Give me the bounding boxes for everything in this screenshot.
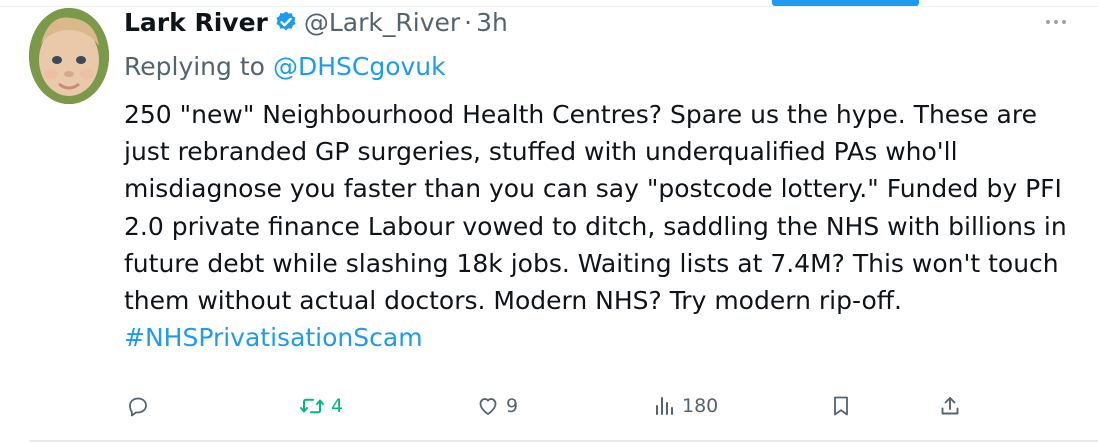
repost-button[interactable]: 4 [299, 390, 343, 422]
avatar-image [29, 8, 109, 104]
views-chart-icon [656, 397, 673, 415]
repost-count: 4 [331, 395, 344, 417]
like-button[interactable]: 9 [476, 390, 518, 422]
bookmark-icon [834, 396, 848, 416]
display-name[interactable]: Lark River [124, 8, 268, 37]
reply-button[interactable] [126, 390, 156, 422]
share-button[interactable] [938, 390, 962, 422]
more-dots-icon[interactable] [1038, 8, 1074, 36]
bookmark-button[interactable] [829, 390, 853, 422]
active-tab-indicator [772, 0, 919, 6]
hashtag-link[interactable]: #NHSPrivatisationScam [124, 323, 423, 352]
reply-mention-link[interactable]: @DHSCgovuk [273, 52, 446, 81]
views-button[interactable]: 180 [652, 390, 718, 422]
repost-icon [300, 398, 324, 414]
user-handle[interactable]: @Lark_River [304, 8, 460, 37]
replying-to: Replying to @DHSCgovuk [124, 48, 446, 84]
verified-badge-icon [274, 10, 298, 34]
heart-icon [479, 398, 497, 415]
share-icon [941, 397, 959, 415]
replying-to-label: Replying to [124, 51, 265, 81]
tweet-text: 250 "new" Neighbourhood Health Centres? … [124, 96, 1074, 356]
timestamp[interactable]: 3h [476, 8, 508, 37]
view-count: 180 [682, 395, 719, 417]
tweet-body: 250 "new" Neighbourhood Health Centres? … [124, 100, 1067, 316]
reply-icon [129, 397, 147, 417]
separator-dot: · [464, 7, 473, 37]
bottom-divider [30, 440, 1098, 442]
like-count: 9 [506, 395, 519, 417]
tweet-actions: 4 9 180 [0, 390, 1098, 422]
tweet-header: Lark River @Lark_River · 3h [124, 2, 508, 42]
avatar[interactable] [29, 8, 109, 104]
